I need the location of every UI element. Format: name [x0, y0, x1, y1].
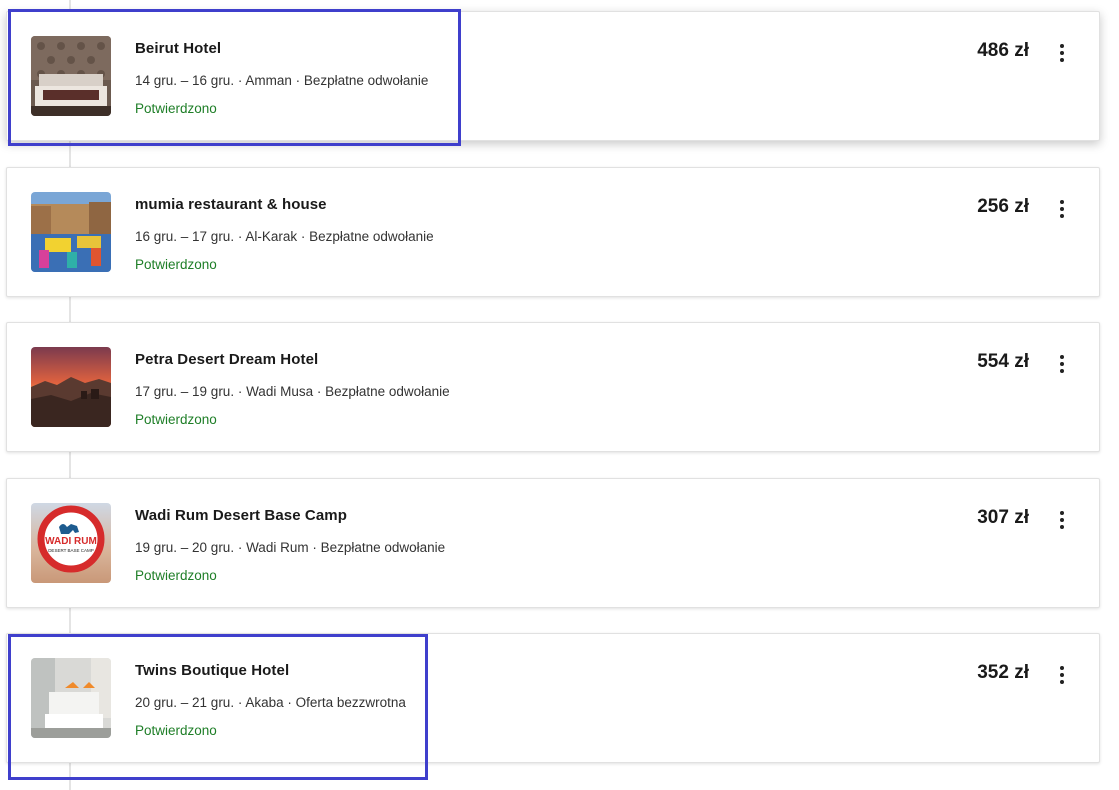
- booking-price: 256 zł: [977, 196, 1029, 217]
- more-options-button[interactable]: [1047, 194, 1077, 224]
- booking-card-beirut-hotel[interactable]: Beirut Hotel 14 gru. – 16 gru. · Amman ·…: [6, 11, 1100, 141]
- more-vertical-icon: [1060, 666, 1064, 684]
- booking-status: Potwierdzono: [135, 257, 217, 272]
- logo-subtext: DESERT BASE CAMP: [48, 548, 94, 553]
- more-vertical-icon: [1060, 44, 1064, 62]
- more-vertical-icon: [1060, 355, 1064, 373]
- booking-price: 307 zł: [977, 507, 1029, 528]
- more-options-button[interactable]: [1047, 349, 1077, 379]
- booking-price: 352 zł: [977, 662, 1029, 683]
- hotel-thumbnail: [31, 36, 111, 116]
- booking-details: 17 gru. – 19 gru. · Wadi Musa · Bezpłatn…: [135, 384, 450, 399]
- booking-price: 486 zł: [977, 40, 1029, 61]
- booking-status: Potwierdzono: [135, 412, 217, 427]
- booking-status: Potwierdzono: [135, 101, 217, 116]
- more-vertical-icon: [1060, 200, 1064, 218]
- hotel-name[interactable]: mumia restaurant & house: [135, 196, 327, 213]
- booking-status: Potwierdzono: [135, 723, 217, 738]
- hotel-thumbnail: [31, 347, 111, 427]
- hotel-thumbnail: [31, 658, 111, 738]
- booking-list: Beirut Hotel 14 gru. – 16 gru. · Amman ·…: [0, 0, 1119, 790]
- booking-details: 14 gru. – 16 gru. · Amman · Bezpłatne od…: [135, 73, 429, 88]
- booking-status: Potwierdzono: [135, 568, 217, 583]
- more-vertical-icon: [1060, 511, 1064, 529]
- hotel-name[interactable]: Wadi Rum Desert Base Camp: [135, 507, 347, 524]
- booking-card-wadi-rum-camp[interactable]: WADI RUM DESERT BASE CAMP Wadi Rum Deser…: [6, 478, 1100, 608]
- logo-text: WADI RUM: [45, 536, 97, 547]
- booking-card-petra-desert-dream[interactable]: Petra Desert Dream Hotel 17 gru. – 19 gr…: [6, 322, 1100, 452]
- more-options-button[interactable]: [1047, 38, 1077, 68]
- booking-card-mumia-restaurant[interactable]: mumia restaurant & house 16 gru. – 17 gr…: [6, 167, 1100, 297]
- hotel-thumbnail: WADI RUM DESERT BASE CAMP: [31, 503, 111, 583]
- hotel-name[interactable]: Petra Desert Dream Hotel: [135, 351, 318, 368]
- booking-details: 19 gru. – 20 gru. · Wadi Rum · Bezpłatne…: [135, 540, 446, 555]
- more-options-button[interactable]: [1047, 505, 1077, 535]
- hotel-name[interactable]: Beirut Hotel: [135, 40, 221, 57]
- booking-details: 16 gru. – 17 gru. · Al-Karak · Bezpłatne…: [135, 229, 434, 244]
- more-options-button[interactable]: [1047, 660, 1077, 690]
- hotel-name[interactable]: Twins Boutique Hotel: [135, 662, 289, 679]
- hotel-thumbnail: [31, 192, 111, 272]
- booking-card-twins-boutique[interactable]: Twins Boutique Hotel 20 gru. – 21 gru. ·…: [6, 633, 1100, 763]
- booking-details: 20 gru. – 21 gru. · Akaba · Oferta bezzw…: [135, 695, 406, 710]
- booking-price: 554 zł: [977, 351, 1029, 372]
